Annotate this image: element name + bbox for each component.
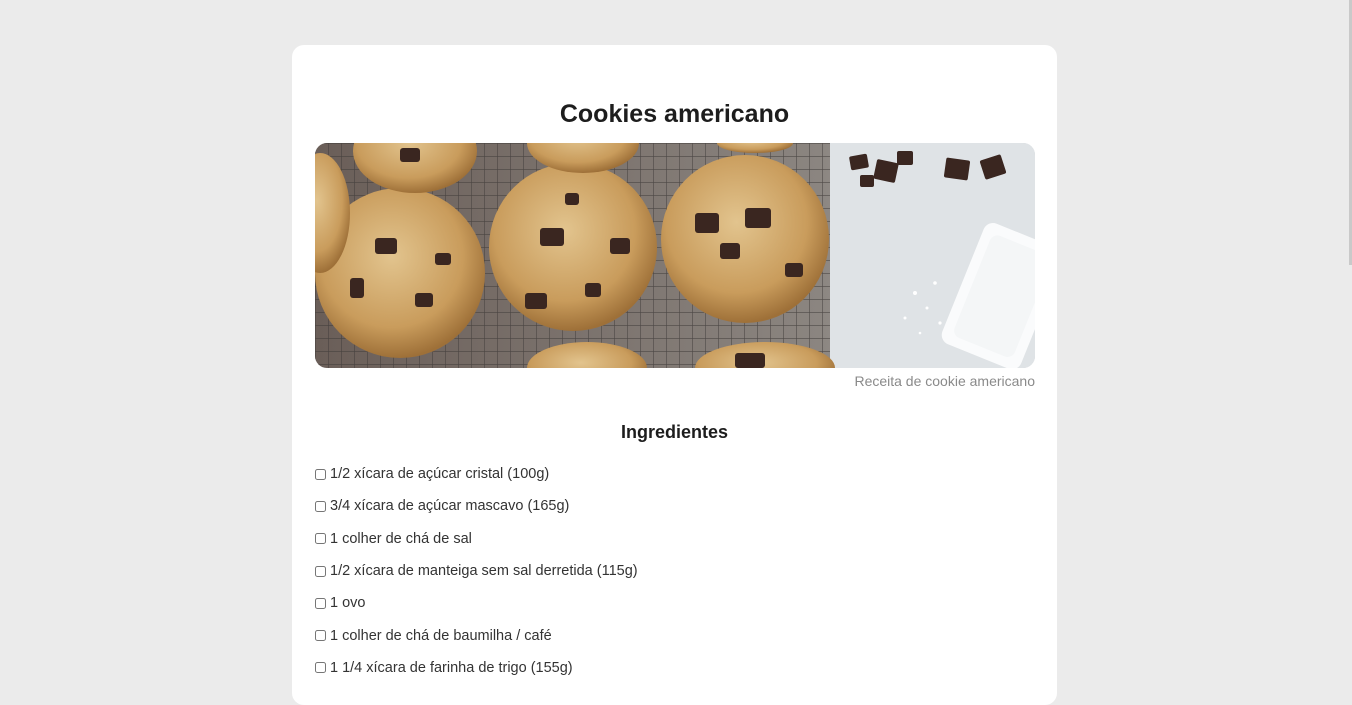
recipe-image — [315, 143, 1035, 368]
ingredient-checkbox[interactable] — [315, 565, 326, 577]
ingredient-label: 3/4 xícara de açúcar mascavo (165g) — [330, 498, 570, 515]
image-caption: Receita de cookie americano — [854, 373, 1035, 389]
ingredient-checkbox[interactable] — [315, 468, 326, 480]
ingredient-item[interactable]: 1 colher de chá de sal — [315, 523, 638, 555]
ingredient-checkbox[interactable] — [315, 533, 326, 545]
recipe-card: Cookies americano Receita de cookie amer… — [292, 45, 1057, 705]
ingredient-item[interactable]: 1 1/4 xícara de farinha de trigo (155g) — [315, 652, 638, 684]
recipe-title: Cookies americano — [559, 100, 790, 128]
ingredient-checkbox[interactable] — [315, 630, 326, 642]
ingredient-item[interactable]: 1/2 xícara de açúcar cristal (100g) — [315, 458, 638, 490]
ingredient-item[interactable]: 1/2 xícara de manteiga sem sal derretida… — [315, 555, 638, 587]
ingredient-item[interactable]: 3/4 xícara de açúcar mascavo (165g) — [315, 490, 638, 522]
ingredient-item[interactable]: 1 colher de chá de baumilha / café — [315, 619, 638, 651]
ingredient-label: 1/2 xícara de açúcar cristal (100g) — [330, 466, 550, 483]
ingredient-label: 1 colher de chá de sal — [330, 530, 472, 547]
ingredient-label: 1/2 xícara de manteiga sem sal derretida… — [330, 563, 638, 580]
ingredients-list: 1/2 xícara de açúcar cristal (100g) 3/4 … — [315, 458, 638, 684]
ingredient-label: 1 1/4 xícara de farinha de trigo (155g) — [330, 659, 573, 676]
ingredient-checkbox[interactable] — [315, 662, 326, 674]
ingredient-label: 1 colher de chá de baumilha / café — [330, 627, 552, 644]
ingredient-checkbox[interactable] — [315, 597, 326, 609]
ingredients-heading: Ingredientes — [620, 422, 729, 442]
ingredient-item[interactable]: 1 ovo — [315, 587, 638, 619]
ingredient-label: 1 ovo — [330, 595, 366, 612]
ingredient-checkbox[interactable] — [315, 500, 326, 512]
